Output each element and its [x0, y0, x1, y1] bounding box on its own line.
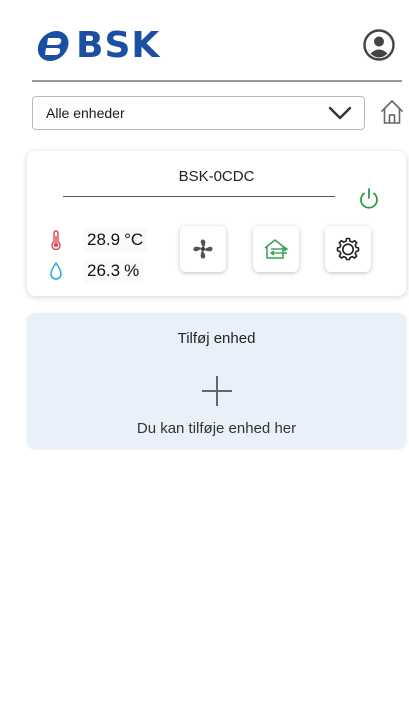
bsk-logo: BSK: [36, 26, 160, 66]
device-filter-value: Alle enheder: [46, 105, 125, 121]
humidity-unit: %: [124, 261, 140, 280]
power-icon: [360, 188, 378, 209]
home-icon: [381, 100, 403, 124]
logo-text: BSK: [76, 25, 161, 66]
water-drop-icon: [50, 261, 62, 280]
device-card[interactable]: BSK-0CDC 28.9 °C 26.3%: [27, 151, 406, 296]
humidity-number: 26.3: [87, 261, 121, 280]
temperature-number: 28.9: [87, 230, 121, 249]
account-circle-icon: [363, 29, 395, 61]
add-device-title: Tilføj enhed: [177, 330, 256, 347]
gear-icon: [336, 237, 360, 261]
chevron-down-icon: [328, 106, 352, 120]
thermometer-icon: [51, 230, 61, 250]
app-screen: BSK Alle enheder BSK-0CDC 28.9 °C 26.3 %…: [0, 0, 409, 724]
bsk-logo-mark-icon: [37, 31, 69, 61]
fan-button[interactable]: [180, 226, 226, 272]
power-button[interactable]: [356, 186, 382, 212]
plus-icon: [202, 376, 232, 406]
humidity-row: 26.3%: [49, 257, 144, 285]
device-name-divider: [63, 196, 335, 197]
fan-icon: [193, 239, 213, 259]
device-name: BSK-0CDC: [178, 168, 255, 185]
device-filter-select[interactable]: Alle enheder: [32, 96, 365, 130]
header-divider: [32, 80, 402, 82]
home-button[interactable]: [380, 99, 404, 125]
temperature-value: 28.9 °C: [83, 228, 148, 252]
house-ventilation-icon: [264, 239, 289, 259]
house-button[interactable]: [253, 226, 299, 272]
temperature-unit: °C: [124, 230, 144, 249]
add-device-subtitle: Du kan tilføje enhed her: [136, 420, 297, 437]
account-button[interactable]: [362, 28, 396, 62]
settings-button[interactable]: [325, 226, 371, 272]
add-device-card[interactable]: Tilføj enhed Du kan tilføje enhed her: [27, 313, 406, 448]
humidity-value: 26.3%: [83, 259, 144, 283]
temperature-row: 28.9 °C: [49, 226, 148, 254]
